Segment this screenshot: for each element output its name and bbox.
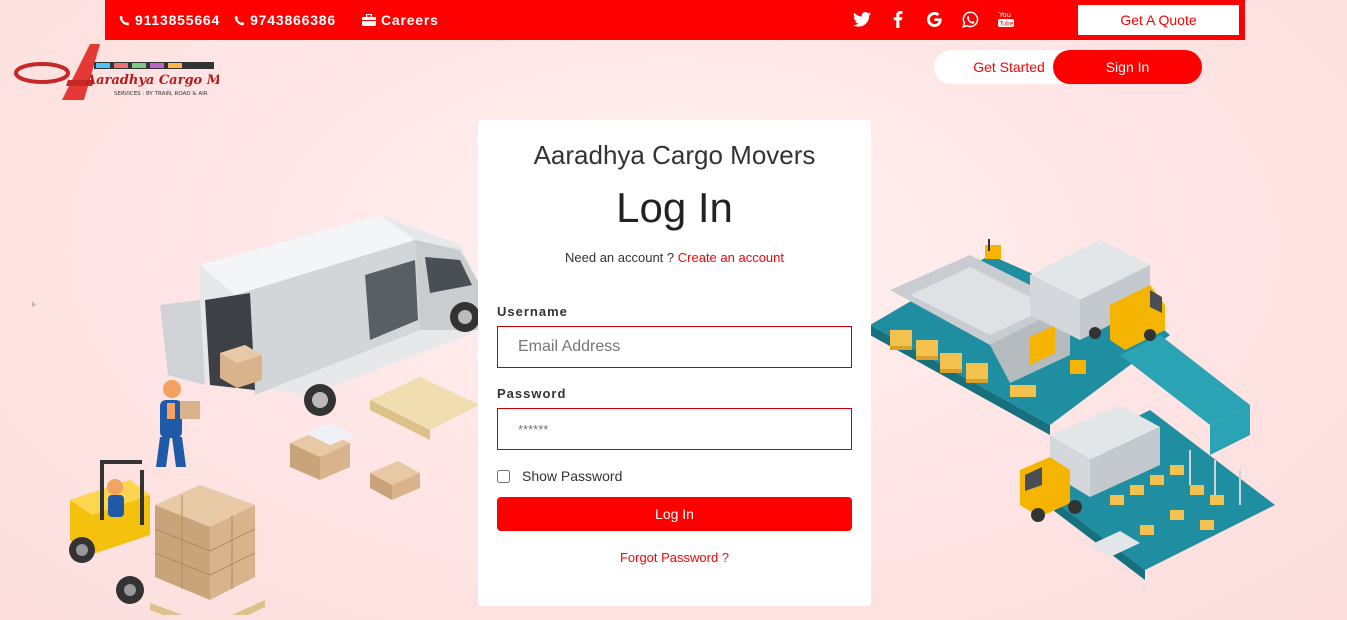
phone-2[interactable]: 9743866386 — [234, 12, 336, 28]
social-links: You Tube — [853, 8, 1033, 30]
forgot-password-link[interactable]: Forgot Password ? — [478, 550, 871, 565]
password-label: Password — [497, 386, 567, 401]
get-a-quote-button[interactable]: Get A Quote — [1078, 5, 1239, 35]
card-site-name: Aaradhya Cargo Movers — [533, 140, 816, 170]
login-button[interactable]: Log In — [497, 497, 852, 531]
show-password-row: Show Password — [497, 468, 622, 484]
login-card: Aaradhya Cargo Movers Log In Need an acc… — [478, 120, 871, 606]
top-bar: 9113855664 9743866386 Careers You Tube Ge… — [105, 0, 1245, 40]
briefcase-icon — [361, 14, 376, 26]
careers-link[interactable]: Careers — [361, 12, 439, 28]
contact-info: 9113855664 9743866386 Careers — [105, 12, 439, 28]
twitter-icon[interactable] — [853, 8, 871, 30]
company-logo[interactable]: Aaradhya Cargo Movers SERVICES : BY TRAI… — [14, 40, 260, 102]
google-icon[interactable] — [925, 8, 943, 30]
need-account-line: Need an account ? Create an account — [478, 250, 871, 265]
need-account-text: Need an account ? — [565, 250, 675, 265]
create-account-link[interactable]: Create an account — [678, 250, 784, 265]
sign-in-button[interactable]: Sign In — [1053, 50, 1202, 84]
facebook-icon[interactable] — [889, 8, 907, 30]
page-title: Log In — [616, 184, 733, 231]
whatsapp-icon[interactable] — [961, 8, 979, 30]
warehouse-logistics-illustration — [870, 239, 1275, 580]
svg-text:Tube: Tube — [999, 21, 1014, 28]
phone-1[interactable]: 9113855664 — [119, 12, 220, 28]
auth-nav: Get Started Sign In — [934, 50, 1202, 84]
show-password-checkbox[interactable] — [497, 469, 510, 483]
youtube-icon[interactable]: You Tube — [997, 8, 1015, 30]
phone-icon — [119, 15, 130, 25]
logo-tagline: SERVICES : BY TRAIN, ROAD & AIR — [114, 91, 208, 97]
phone-icon — [234, 15, 245, 25]
svg-text:You: You — [998, 11, 1011, 19]
show-password-label[interactable]: Show Password — [522, 468, 622, 484]
password-input[interactable] — [497, 408, 852, 450]
logo-wordmark: Aaradhya Cargo Movers — [84, 73, 219, 88]
username-input[interactable] — [497, 326, 852, 368]
username-label: Username — [497, 304, 568, 319]
delivery-van-illustration — [32, 215, 480, 615]
get-started-link[interactable]: Get Started — [934, 59, 1052, 75]
